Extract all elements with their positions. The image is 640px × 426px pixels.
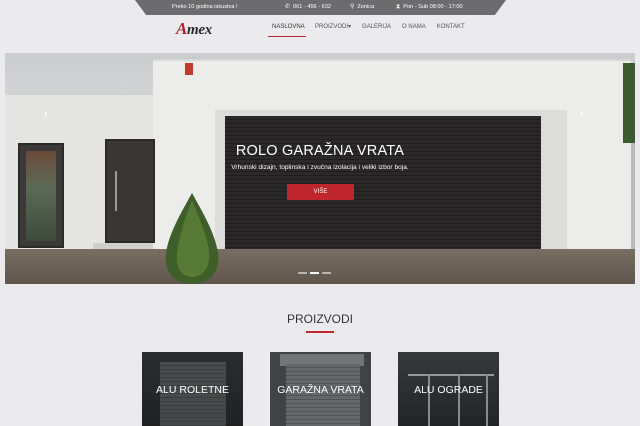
phone-contact[interactable]: ✆ 061 - 456 - 632 [285,4,331,10]
nav-menu: NASLOVNA PROIZVODI▾ GALERIJA O NAMA KONT… [268,23,469,39]
slider-prev-icon[interactable]: ‹ [44,108,48,120]
map-pin-icon: ⚲ [350,4,355,10]
product-card-label: ALU ROLETNE [156,384,229,396]
slide-indicator-1[interactable] [298,272,307,274]
logo-letter: A [176,19,188,38]
nav-item-o-nama[interactable]: O NAMA [398,23,430,39]
slide-indicator-2[interactable] [310,272,319,274]
logo-text: mex [187,22,212,38]
heading-underline [306,331,334,333]
hero-more-button[interactable]: VIŠE [287,184,354,200]
phone-icon: ✆ [285,4,291,10]
hero-subtitle: Vrhunski dizajn, toplinska i zvučna izol… [231,164,409,171]
door-handle [115,171,117,211]
top-info-bar: Preko 10 godina iskustva ! ✆ 061 - 456 -… [135,0,506,15]
paved-ground [5,249,635,284]
product-card-label: ALU OGRADE [414,384,483,396]
location-text: Zenica [357,4,375,10]
tree-right [623,63,635,143]
hours-info: ⧗ Pon - Sub 08:00 - 17:00 [396,4,463,10]
product-card-alu-roletne[interactable]: ALU ROLETNE [142,352,243,426]
product-card-alu-ograde[interactable]: ALU OGRADE [398,352,499,426]
main-navbar: Amex NASLOVNA PROIZVODI▾ GALERIJA O NAMA… [0,15,640,53]
nav-item-naslovna[interactable]: NASLOVNA [268,23,306,39]
shrub-image [165,193,219,284]
nav-item-galerija[interactable]: GALERIJA [358,23,395,39]
wall-lamp [185,63,193,75]
product-card-label: GARAŽNA VRATA [277,384,364,396]
hours-text: Pon - Sub 08:00 - 17:00 [403,4,463,10]
experience-text: Preko 10 godina iskustva ! [172,4,238,10]
nav-item-proizvodi[interactable]: PROIZVODI▾ [311,23,355,39]
chevron-down-icon: ▾ [348,24,352,30]
nav-item-kontakt[interactable]: KONTAKT [433,23,469,39]
phone-number: 061 - 456 - 632 [293,4,331,10]
slider-next-icon[interactable]: › [580,108,584,120]
product-card-garazna-vrata[interactable]: GARAŽNA VRATA [270,352,371,426]
amex-logo[interactable]: Amex [176,19,212,39]
location-info: ⚲ Zenica [350,4,374,10]
hero-title: ROLO GARAŽNA VRATA [235,143,405,159]
slide-indicator-3[interactable] [322,272,331,274]
nav-item-proizvodi-label: PROIZVODI [315,24,349,30]
products-heading: PROIZVODI [286,312,353,326]
hourglass-icon: ⧗ [396,4,401,10]
slider-indicators [298,272,331,274]
garage-door-image [225,116,541,256]
